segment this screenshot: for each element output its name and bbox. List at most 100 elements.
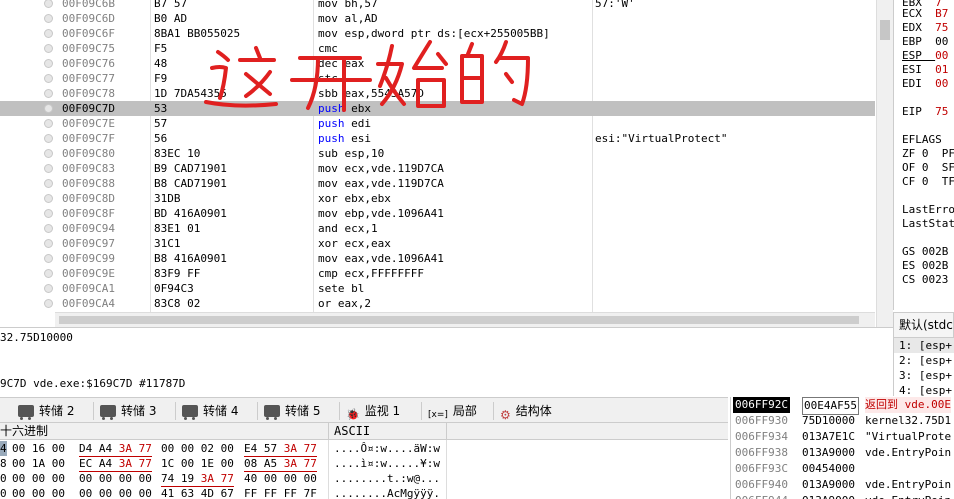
breakpoint-dot[interactable]: [44, 134, 53, 143]
disasm-row[interactable]: 00F09CA4 83C8 02 or eax,2: [0, 296, 875, 311]
tab-1[interactable]: 转储 2: [18, 401, 74, 421]
register-esi[interactable]: ESI 01: [902, 63, 948, 77]
register-esp[interactable]: ESP 00: [902, 49, 948, 63]
breakpoint-dot[interactable]: [44, 254, 53, 263]
disassembly-view[interactable]: 00F09C6B B7 57 mov bh,57 57:'W' 00F09C6D B0 A…: [0, 0, 893, 327]
hex-byte: EC: [79, 457, 99, 470]
flags-line[interactable]: OF 0 SF: [902, 161, 954, 175]
dump-row[interactable]: 0 00 00 00 00 00 00 00 41 63 4D 67 FF FF FF …: [0, 486, 728, 499]
instruction-text: mov eax,vde.1096A41: [318, 251, 444, 266]
stack-argument[interactable]: 4: [esp+: [899, 383, 952, 396]
stack-row[interactable]: 006FF940 013A9000 vde.EntryPoin: [731, 477, 954, 493]
segment-register[interactable]: GS 002B: [902, 245, 948, 259]
instruction-opcode: push: [318, 117, 352, 130]
stack-row[interactable]: 006FF944 013A9000 vde.EntryPoin: [731, 493, 954, 499]
breakpoint-dot[interactable]: [44, 74, 53, 83]
breakpoint-dot[interactable]: [44, 194, 53, 203]
disasm-row[interactable]: 00F09C6F 8BA1 BB055025 mov esp,dword ptr d…: [0, 26, 875, 41]
register-name: EDX: [902, 21, 936, 34]
disasm-row[interactable]: 00F09C7F 56 push esi esi:"VirtualProtect": [0, 131, 875, 146]
register-name: EIP: [902, 105, 936, 118]
tab-divider: [339, 402, 340, 420]
breakpoint-dot[interactable]: [44, 119, 53, 128]
stack-argument[interactable]: 2: [esp+: [899, 353, 952, 368]
breakpoint-dot[interactable]: [44, 59, 53, 68]
stack-panel[interactable]: 006FF92C 00E4AF55 返回到 vde.00E 006FF930 75D10…: [730, 397, 954, 499]
disasm-row[interactable]: 00F09C77 F9 stc: [0, 71, 875, 86]
instruction-bytes: B0 AD: [154, 12, 188, 25]
last-error-line[interactable]: LastErro: [902, 203, 954, 217]
dump-row[interactable]: 0 00 00 00 00 00 00 00 74 19 3A 77 40 00 00 …: [0, 471, 728, 487]
disasm-row[interactable]: 00F09C80 83EC 10 sub esp,10: [0, 146, 875, 161]
stack-row[interactable]: 006FF930 75D10000 kernel32.75D1: [731, 413, 954, 429]
disasm-row[interactable]: 00F09C7E 57 push edi: [0, 116, 875, 131]
instruction-bytes: 31C1: [154, 237, 181, 250]
stack-arguments-panel[interactable]: 1: [esp+ 2: [esp+ 3: [esp+ 4: [esp+: [893, 338, 954, 396]
stack-comment: "VirtualProte: [865, 430, 952, 443]
disasm-row[interactable]: 00F09C6D B0 AD mov al,AD: [0, 11, 875, 26]
disasm-row[interactable]: 00F09C78 1D 7DA54355 sbb eax,5543A57D: [0, 86, 875, 101]
breakpoint-dot[interactable]: [44, 14, 53, 23]
tab-2[interactable]: 转储 3: [100, 401, 156, 421]
tab-4[interactable]: 转储 5: [264, 401, 320, 421]
breakpoint-dot[interactable]: [44, 179, 53, 188]
dump-row[interactable]: 8 00 1A 00 EC A4 3A 77 1C 00 1E 00 08 A5 3A …: [0, 456, 728, 472]
disasm-row[interactable]: 00F09C6B B7 57 mov bh,57 57:'W': [0, 0, 875, 11]
breakpoint-dot[interactable]: [44, 164, 53, 173]
disasm-row[interactable]: 00F09CA1 0F94C3 sete bl: [0, 281, 875, 296]
disasm-row[interactable]: 00F09C7D 53 push ebx: [0, 101, 875, 116]
tab-6[interactable]: [x=] 局部: [428, 401, 477, 421]
disasm-row[interactable]: 00F09C8D 31DB xor ebx,ebx: [0, 191, 875, 206]
breakpoint-dot[interactable]: [44, 224, 53, 233]
tab-divider: [175, 402, 176, 420]
register-ecx[interactable]: ECX B7: [902, 7, 948, 21]
stack-row[interactable]: 006FF92C 00E4AF55 返回到 vde.00E: [731, 397, 954, 415]
stack-row[interactable]: 006FF934 013A7E1C "VirtualProte: [731, 429, 954, 445]
breakpoint-dot[interactable]: [44, 299, 53, 308]
disasm-row[interactable]: 00F09C97 31C1 xor ecx,eax: [0, 236, 875, 251]
register-eip[interactable]: EIP 75: [902, 105, 948, 119]
breakpoint-dot[interactable]: [44, 29, 53, 38]
disasm-row[interactable]: 00F09C76 48 dec eax: [0, 56, 875, 71]
register-edi[interactable]: EDI 00: [902, 77, 948, 91]
breakpoint-dot[interactable]: [44, 89, 53, 98]
breakpoint-dot[interactable]: [44, 284, 53, 293]
flags-line[interactable]: EFLAGS: [902, 133, 942, 147]
tab-3[interactable]: 转储 4: [182, 401, 238, 421]
disasm-row[interactable]: 00F09C88 B8 CAD71901 mov eax,vde.119D7CA: [0, 176, 875, 191]
stack-row[interactable]: 006FF93C 00454000: [731, 461, 954, 477]
stack-argument[interactable]: 3: [esp+: [899, 368, 952, 383]
hex-dump-panel[interactable]: 十六进制 ASCII 4 00 16 00 D4 A4 3A 77 00 00 02 …: [0, 423, 728, 499]
tab-7[interactable]: ⚙ 结构体: [500, 401, 552, 422]
stack-argument[interactable]: 1: [esp+: [894, 338, 954, 353]
flags-line[interactable]: CF 0 TF: [902, 175, 954, 189]
segment-register[interactable]: CS 0023: [902, 273, 948, 287]
breakpoint-dot[interactable]: [44, 44, 53, 53]
stack-row[interactable]: 006FF938 013A9000 vde.EntryPoin: [731, 445, 954, 461]
breakpoint-dot[interactable]: [44, 0, 53, 8]
registers-panel[interactable]: EBX 7 ECX B7 EDX 75 EBP 00 ESP 00 ESI 01 EDI 0…: [893, 0, 954, 310]
last-error-line[interactable]: LastStat: [902, 217, 954, 231]
disasm-vertical-scrollbar[interactable]: [876, 0, 893, 327]
disasm-row[interactable]: 00F09C99 B8 416A0901 mov eax,vde.1096A41: [0, 251, 875, 266]
disasm-row[interactable]: 00F09C9E 83F9 FF cmp ecx,FFFFFFFF: [0, 266, 875, 281]
breakpoint-dot[interactable]: [44, 269, 53, 278]
disasm-horizontal-scrollbar[interactable]: [55, 312, 875, 327]
tab-5[interactable]: 🐞 监视 1: [346, 401, 400, 421]
disasm-row[interactable]: 00F09C83 B9 CAD71901 mov ecx,vde.119D7CA: [0, 161, 875, 176]
breakpoint-dot[interactable]: [44, 149, 53, 158]
breakpoint-dot[interactable]: [44, 104, 53, 113]
segment-register[interactable]: ES 002B: [902, 259, 948, 273]
instruction-bytes: 31DB: [154, 192, 181, 205]
register-edx[interactable]: EDX 75: [902, 21, 948, 35]
instruction-text: cmc: [318, 41, 338, 56]
breakpoint-dot[interactable]: [44, 239, 53, 248]
flags-line[interactable]: ZF 0 PF: [902, 147, 954, 161]
calling-convention-header[interactable]: 默认(stdc: [893, 312, 954, 338]
disasm-row[interactable]: 00F09C94 83E1 01 and ecx,1: [0, 221, 875, 236]
dump-row[interactable]: 4 00 16 00 D4 A4 3A 77 00 00 02 00 E4 57 3A …: [0, 441, 728, 457]
disasm-row[interactable]: 00F09C75 F5 cmc: [0, 41, 875, 56]
breakpoint-dot[interactable]: [44, 209, 53, 218]
register-ebp[interactable]: EBP 00: [902, 35, 948, 49]
disasm-row[interactable]: 00F09C8F BD 416A0901 mov ebp,vde.1096A41: [0, 206, 875, 221]
